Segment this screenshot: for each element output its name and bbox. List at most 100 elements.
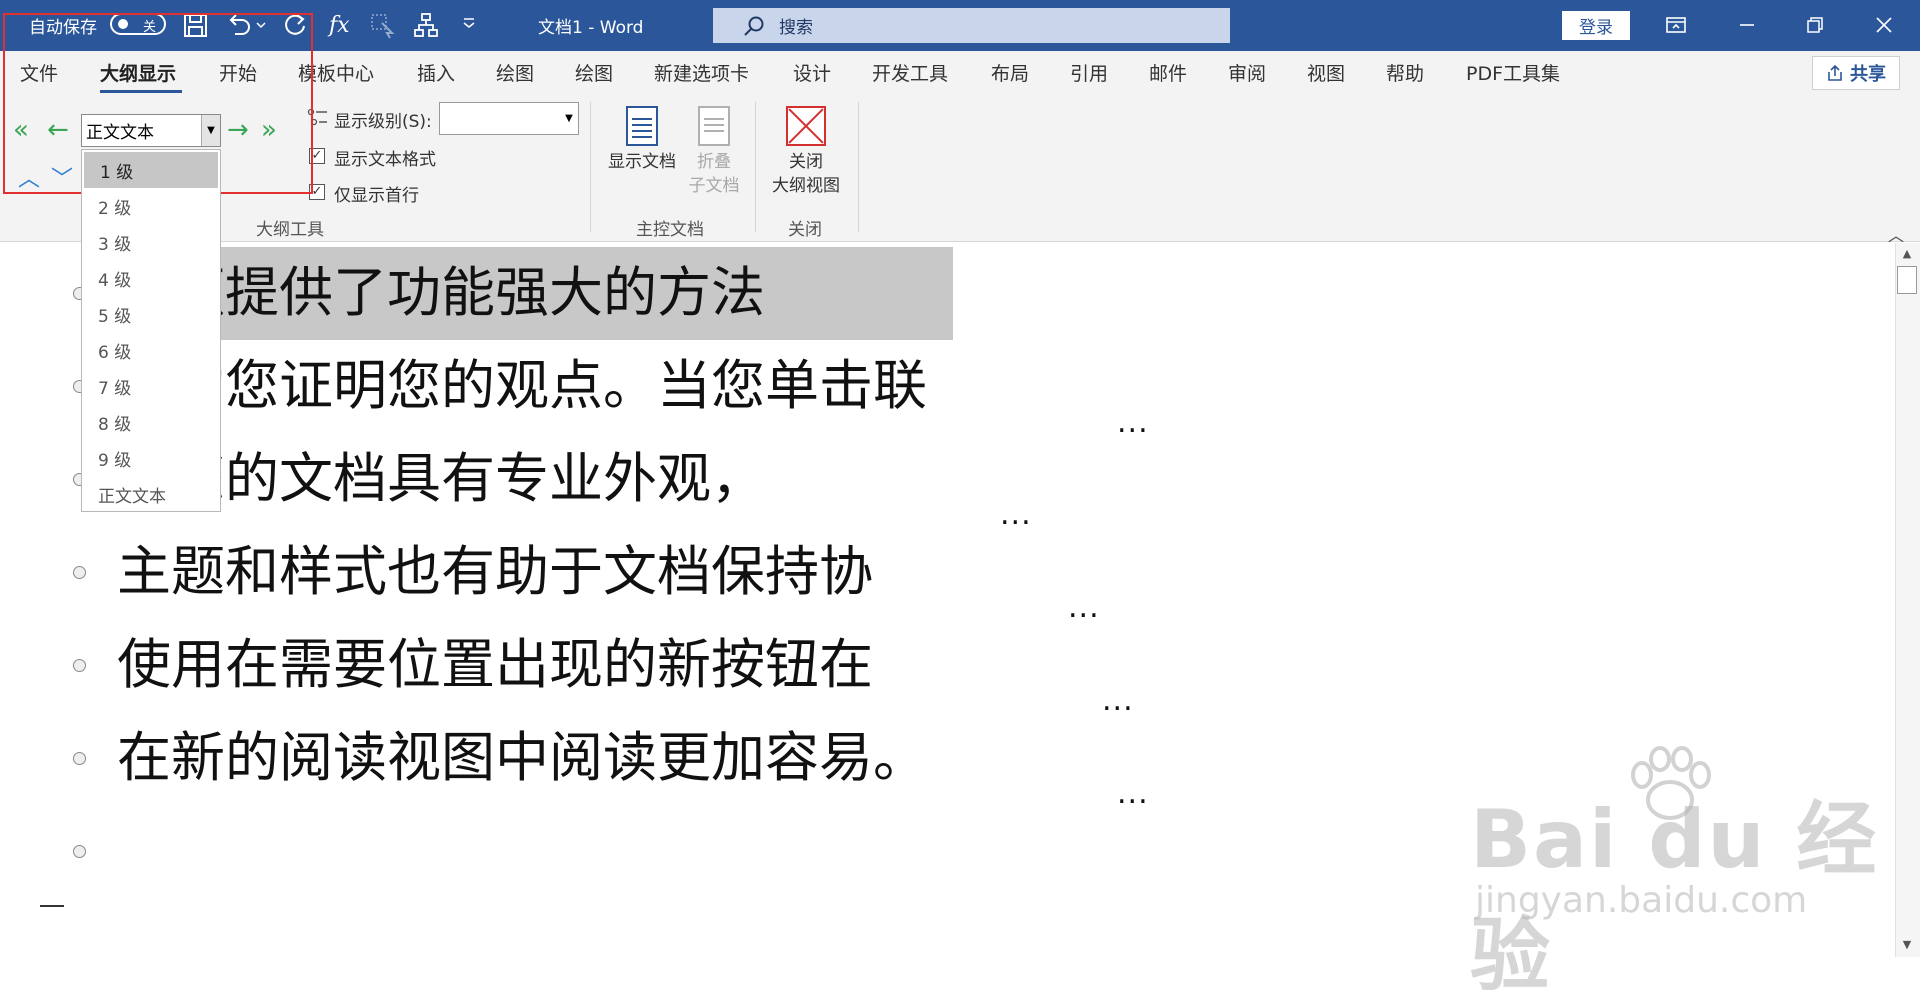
dropdown-item-level-8[interactable]: 8 级 xyxy=(82,404,220,440)
redo-icon[interactable] xyxy=(282,12,308,38)
collapse-label-2: 子文档 xyxy=(688,176,740,196)
tab-home[interactable]: 开始 xyxy=(219,59,257,86)
dropdown-item-level-4[interactable]: 4 级 xyxy=(82,260,220,296)
save-icon[interactable] xyxy=(183,13,208,38)
outline-bullet[interactable] xyxy=(73,752,86,765)
watermark-url: jingyan.baidu.com xyxy=(1475,880,1808,921)
outline-level-value: 正文文本 xyxy=(86,123,154,143)
autosave-toggle[interactable]: 关 xyxy=(110,13,166,35)
ribbon xyxy=(0,51,1920,242)
tab-template-center[interactable]: 模板中心 xyxy=(298,59,374,86)
outline-line-5[interactable]: 使用在需要位置出现的新按钮在 xyxy=(117,633,873,697)
select-icon[interactable] xyxy=(370,13,396,39)
org-chart-icon[interactable] xyxy=(413,12,439,38)
collapsed-ellipsis: ... xyxy=(1117,405,1149,440)
outline-line-4[interactable]: 主题和样式也有助于文档保持协 xyxy=(117,540,873,604)
group-separator xyxy=(755,102,756,232)
scroll-down-arrow-icon[interactable]: ▼ xyxy=(1897,935,1917,955)
tab-draw-2[interactable]: 绘图 xyxy=(575,59,613,86)
collapse-subdocuments-button[interactable]: 折叠 子文档 xyxy=(684,106,744,198)
tab-file[interactable]: 文件 xyxy=(20,59,58,86)
tab-help[interactable]: 帮助 xyxy=(1386,59,1424,86)
tab-outline[interactable]: 大纲显示 xyxy=(100,59,176,86)
undo-dropdown-icon[interactable] xyxy=(256,21,266,29)
demote-icon[interactable]: → xyxy=(227,117,249,143)
show-text-format-checkbox[interactable]: ✓ xyxy=(309,148,325,164)
tab-review[interactable]: 审阅 xyxy=(1228,59,1266,86)
outline-bullet-empty[interactable] xyxy=(73,845,86,858)
show-first-line-checkbox[interactable]: ✓ xyxy=(309,184,325,200)
tab-design[interactable]: 设计 xyxy=(793,59,831,86)
share-button[interactable]: 共享 xyxy=(1812,56,1900,90)
dropdown-item-level-6[interactable]: 6 级 xyxy=(82,332,220,368)
share-label: 共享 xyxy=(1850,64,1886,85)
tab-new-tab[interactable]: 新建选项卡 xyxy=(654,59,749,86)
collapsed-ellipsis: ... xyxy=(1102,683,1134,718)
title-bar: 自动保存 关 fx 文档1 - Word 搜索 登录 xyxy=(0,0,1920,51)
show-first-line-label: 仅显示首行 xyxy=(334,186,419,206)
ribbon-display-icon[interactable] xyxy=(1665,15,1687,35)
move-down-icon[interactable]: ﹀ xyxy=(51,167,73,193)
tab-pdf-tools[interactable]: PDF工具集 xyxy=(1466,59,1560,86)
tab-developer[interactable]: 开发工具 xyxy=(872,59,948,86)
document-icon xyxy=(626,106,658,146)
master-doc-group-label: 主控文档 xyxy=(636,220,704,240)
scroll-up-arrow-icon[interactable]: ▲ xyxy=(1897,244,1917,264)
outline-level-dropdown: 1 级 2 级 3 级 4 级 5 级 6 级 7 级 8 级 9 级 正文文本 xyxy=(81,149,221,512)
show-document-label: 显示文档 xyxy=(608,152,676,172)
dropdown-item-level-2[interactable]: 2 级 xyxy=(82,188,220,224)
dropdown-item-level-9[interactable]: 9 级 xyxy=(82,440,220,476)
tab-view[interactable]: 视图 xyxy=(1307,59,1345,86)
chevron-down-icon[interactable]: ▼ xyxy=(201,115,220,146)
search-box[interactable]: 搜索 xyxy=(713,8,1230,43)
outline-bullet[interactable] xyxy=(73,566,86,579)
outline-tools-group-label: 大纲工具 xyxy=(256,220,324,240)
collapse-label-1: 折叠 xyxy=(697,152,731,172)
close-label-2: 大纲视图 xyxy=(772,176,840,196)
document-title: 文档1 - Word xyxy=(538,18,644,38)
outline-level-combo[interactable]: 正文文本 ▼ xyxy=(81,114,221,147)
dropdown-item-level-5[interactable]: 5 级 xyxy=(82,296,220,332)
tab-draw[interactable]: 绘图 xyxy=(496,59,534,86)
subdocument-icon xyxy=(698,106,730,146)
promote-to-heading1-icon[interactable]: « xyxy=(13,117,29,143)
close-outline-icon xyxy=(786,106,826,146)
dropdown-item-body-text[interactable]: 正文文本 xyxy=(82,476,220,512)
toggle-knob xyxy=(118,19,128,29)
show-document-button[interactable]: 显示文档 xyxy=(604,106,680,174)
show-level-combo[interactable]: ▼ xyxy=(439,102,579,135)
autosave-state: 关 xyxy=(143,20,157,35)
collapsed-ellipsis: ... xyxy=(1000,497,1032,532)
show-text-format-label: 显示文本格式 xyxy=(334,150,436,170)
close-group-label: 关闭 xyxy=(788,220,822,240)
dropdown-item-level-1[interactable]: 1 级 xyxy=(84,152,218,188)
chevron-down-icon[interactable]: ▼ xyxy=(560,103,578,134)
close-outline-view-button[interactable]: 关闭 大纲视图 xyxy=(766,106,846,198)
search-icon xyxy=(744,16,764,36)
outline-bullet[interactable] xyxy=(73,659,86,672)
end-of-document-mark xyxy=(40,905,64,907)
restore-icon[interactable] xyxy=(1805,15,1825,35)
tab-insert[interactable]: 插入 xyxy=(417,59,455,86)
customize-icon[interactable] xyxy=(462,16,476,30)
outline-line-2[interactable]: 帮助您证明您的观点。当您单击联 xyxy=(117,354,927,418)
vertical-scrollbar[interactable] xyxy=(1895,243,1920,957)
close-icon[interactable] xyxy=(1874,15,1894,35)
undo-icon[interactable] xyxy=(226,12,252,38)
demote-to-body-icon[interactable]: » xyxy=(261,117,277,143)
minimize-icon[interactable] xyxy=(1737,15,1757,35)
outline-line-6[interactable]: 在新的阅读视图中阅读更加容易。 xyxy=(117,726,927,790)
move-up-icon[interactable]: ︿ xyxy=(18,167,40,193)
baidu-watermark: Bai du 经验 jingyan.baidu.com xyxy=(1470,745,1890,1002)
collapsed-ellipsis: ... xyxy=(1068,590,1100,625)
scroll-thumb[interactable] xyxy=(1897,266,1917,294)
login-button[interactable]: 登录 xyxy=(1562,11,1630,40)
autosave-label: 自动保存 xyxy=(29,18,97,38)
tab-references[interactable]: 引用 xyxy=(1070,59,1108,86)
dropdown-item-level-3[interactable]: 3 级 xyxy=(82,224,220,260)
dropdown-item-level-7[interactable]: 7 级 xyxy=(82,368,220,404)
tab-mailings[interactable]: 邮件 xyxy=(1149,59,1187,86)
tab-layout[interactable]: 布局 xyxy=(991,59,1029,86)
promote-icon[interactable]: ← xyxy=(47,117,69,143)
fx-icon[interactable]: fx xyxy=(329,0,350,51)
